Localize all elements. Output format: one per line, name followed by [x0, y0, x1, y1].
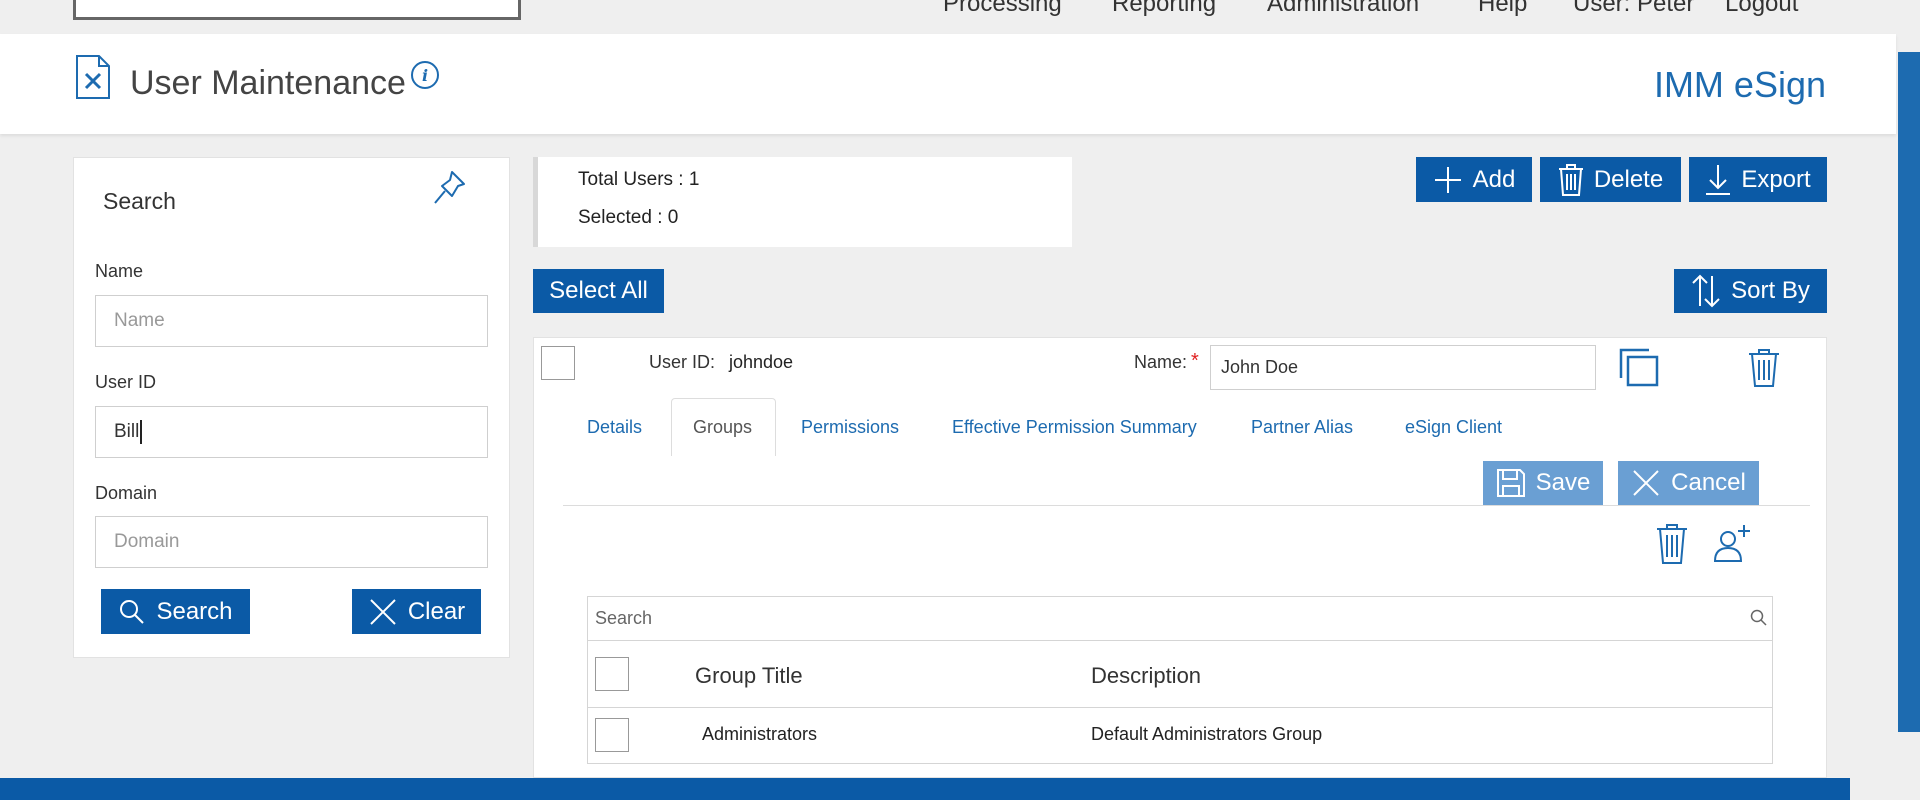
userid-label: User ID — [95, 372, 157, 392]
row-select-checkbox[interactable] — [595, 718, 629, 752]
nav-help[interactable]: Help — [1478, 0, 1527, 18]
remove-group-icon[interactable] — [1655, 523, 1689, 565]
tab-details[interactable]: Details — [587, 417, 642, 438]
pin-icon[interactable] — [432, 168, 468, 208]
tab-esign-client[interactable]: eSign Client — [1405, 417, 1502, 438]
nav-user[interactable]: User: Peter — [1573, 0, 1694, 18]
delete-button-label: Delete — [1593, 165, 1664, 193]
save-button-label: Save — [1535, 469, 1591, 496]
add-button[interactable]: Add — [1416, 157, 1532, 202]
header-select-checkbox[interactable] — [595, 657, 629, 691]
brand-name: IMM eSign — [1653, 64, 1826, 105]
userid-card-label: User ID: — [649, 352, 716, 372]
table-row[interactable]: Administrators Default Administrators Gr… — [588, 708, 1772, 763]
tab-effective-permission-summary[interactable]: Effective Permission Summary — [952, 417, 1197, 438]
trash-icon[interactable] — [1747, 348, 1781, 388]
add-group-icon[interactable] — [1712, 523, 1752, 565]
user-select-checkbox[interactable] — [541, 346, 575, 380]
required-asterisk: * — [1191, 350, 1199, 372]
select-all-label: Select All — [549, 277, 648, 304]
add-button-label: Add — [1472, 165, 1516, 193]
selected-count: Selected : 0 — [578, 207, 679, 228]
tab-partner-alias[interactable]: Partner Alias — [1251, 417, 1353, 438]
name-card-input[interactable]: John Doe — [1210, 345, 1596, 390]
close-icon — [368, 597, 398, 627]
page-header: User Maintenance i IMM eSign — [0, 34, 1896, 134]
name-input[interactable]: Name — [95, 295, 488, 347]
download-icon — [1705, 164, 1731, 196]
domain-label: Domain — [95, 483, 158, 503]
total-users: Total Users : 1 — [578, 169, 700, 190]
search-icon — [118, 598, 146, 626]
summary-box: Total Users : 1 Selected : 0 — [533, 157, 1072, 247]
save-button[interactable]: Save — [1483, 461, 1603, 505]
tab-permissions[interactable]: Permissions — [801, 417, 899, 438]
search-icon[interactable] — [1750, 609, 1768, 627]
name-label: Name — [95, 261, 144, 281]
info-icon[interactable]: i — [410, 60, 440, 90]
nav-administration[interactable]: Administration — [1267, 0, 1419, 18]
row-description: Default Administrators Group — [1091, 724, 1323, 744]
domain-input[interactable]: Domain — [95, 516, 488, 568]
footer-bar — [0, 778, 1850, 800]
tab-groups[interactable]: Groups — [693, 417, 752, 438]
column-header-description[interactable]: Description — [1091, 663, 1201, 689]
tab-content-divider — [563, 505, 1810, 506]
clear-button[interactable]: Clear — [352, 589, 481, 634]
search-button-label: Search — [156, 597, 233, 625]
floppy-icon — [1496, 468, 1526, 498]
nav-reporting[interactable]: Reporting — [1112, 0, 1216, 18]
nav-processing[interactable]: Processing — [943, 0, 1062, 18]
sort-icon — [1691, 274, 1721, 308]
trash-icon — [1558, 163, 1584, 196]
column-header-group-title[interactable]: Group Title — [695, 663, 803, 689]
plus-icon — [1433, 165, 1463, 195]
groups-table: Search Group Title Description Administr… — [587, 596, 1773, 764]
select-all-button[interactable]: Select All — [533, 269, 664, 313]
table-header-row: Group Title Description — [588, 641, 1772, 708]
top-nav: Processing Reporting Administration Help… — [0, 0, 1920, 34]
search-panel-title: Search — [103, 188, 176, 214]
copy-icon[interactable] — [1618, 348, 1660, 388]
groups-search-placeholder: Search — [595, 608, 653, 628]
search-panel: Search Name Name User ID Bill Domain Dom… — [73, 157, 510, 658]
cancel-button-label: Cancel — [1671, 469, 1746, 496]
userid-card-value: johndoe — [729, 352, 794, 372]
clear-button-label: Clear — [407, 597, 466, 625]
userid-input[interactable]: Bill — [95, 406, 488, 458]
cancel-button[interactable]: Cancel — [1618, 461, 1759, 505]
delete-button[interactable]: Delete — [1540, 157, 1681, 202]
export-button-label: Export — [1741, 165, 1811, 193]
sort-by-button[interactable]: Sort By — [1674, 269, 1827, 313]
name-card-label: Name: — [1134, 352, 1188, 372]
close-icon — [1631, 468, 1661, 498]
page-scrollbar[interactable] — [1898, 52, 1920, 732]
text-cursor — [140, 420, 143, 444]
userid-input-value: Bill — [114, 421, 140, 442]
search-button[interactable]: Search — [101, 589, 250, 634]
svg-text:i: i — [422, 66, 428, 85]
sort-by-label: Sort By — [1731, 277, 1810, 304]
page-title: User Maintenance — [130, 64, 406, 102]
row-group-title: Administrators — [702, 724, 818, 744]
nav-logout[interactable]: Logout — [1725, 0, 1798, 18]
export-button[interactable]: Export — [1689, 157, 1827, 202]
app-logo-box[interactable] — [73, 0, 521, 20]
groups-search-bar[interactable]: Search — [588, 597, 1772, 641]
user-maintenance-icon — [75, 54, 111, 100]
user-card: User ID: johndoe Name: * John Doe Detail… — [533, 337, 1827, 778]
